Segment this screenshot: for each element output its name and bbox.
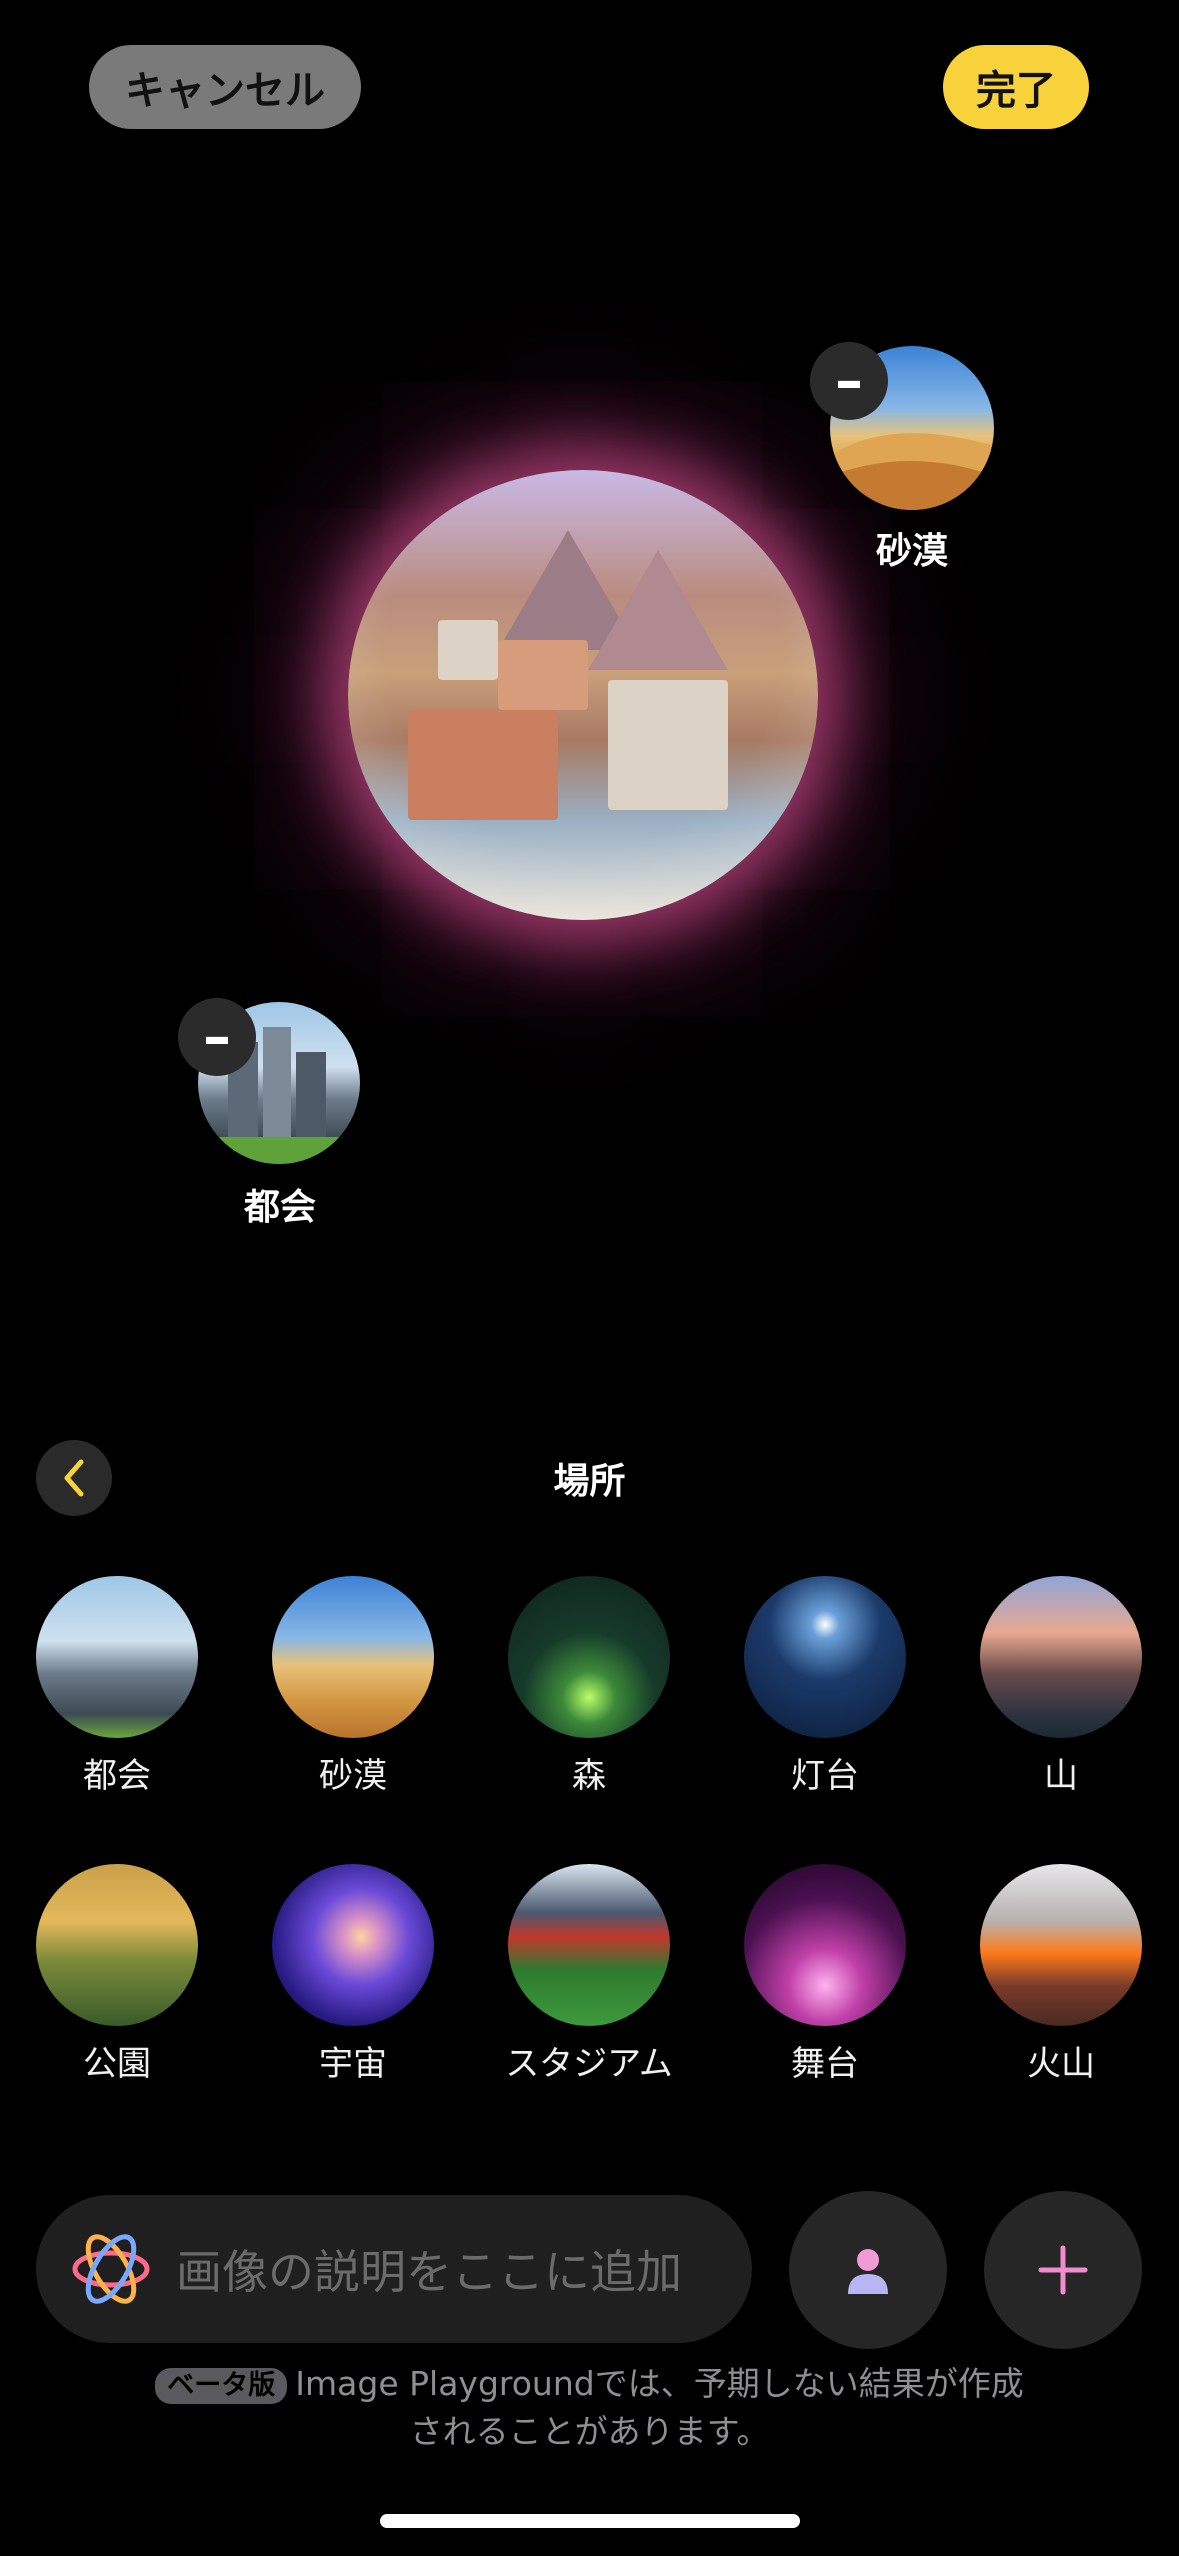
concept-item-city[interactable]: 都会	[32, 1576, 202, 1797]
home-indicator[interactable]	[380, 2514, 800, 2528]
concept-label: 砂漠	[319, 1756, 387, 1796]
desert-thumbnail-icon	[272, 1576, 434, 1738]
prompt-placeholder: 画像の説明をここに追加	[176, 2245, 682, 2299]
concept-item-desert[interactable]: 砂漠	[268, 1576, 438, 1797]
add-concept-button[interactable]	[984, 2191, 1142, 2349]
concept-label: 山	[1044, 1756, 1078, 1796]
selected-concept-label: 砂漠	[875, 531, 948, 572]
generated-image-preview[interactable]	[348, 470, 818, 920]
preview-building-shape	[498, 640, 588, 710]
remove-concept-button[interactable]: –	[810, 342, 888, 420]
selected-concept-label: 都会	[243, 1187, 316, 1228]
preview-building-shape	[608, 680, 728, 810]
image-playground-logo-icon	[72, 2234, 150, 2304]
concept-label: 火山	[1027, 2044, 1095, 2084]
stadium-thumbnail-icon	[508, 1864, 670, 2026]
plus-icon	[1038, 2245, 1088, 2295]
concept-label: スタジアム	[505, 2044, 673, 2084]
disclaimer-line-1: Image Playgroundでは、予期しない結果が作成	[295, 2364, 1024, 2403]
concept-label: 舞台	[791, 2044, 859, 2084]
concept-item-space[interactable]: 宇宙	[268, 1864, 438, 2085]
concept-label: 公園	[83, 2044, 151, 2084]
space-thumbnail-icon	[272, 1864, 434, 2026]
concept-item-forest[interactable]: 森	[504, 1576, 674, 1797]
beta-badge: ベータ版	[155, 2367, 288, 2404]
remove-concept-button[interactable]: –	[178, 998, 256, 1076]
cancel-button[interactable]: キャンセル	[89, 45, 361, 129]
concept-item-volcano[interactable]: 火山	[976, 1864, 1146, 2085]
concept-item-mountain[interactable]: 山	[976, 1576, 1146, 1797]
park-thumbnail-icon	[36, 1864, 198, 2026]
stage-thumbnail-icon	[744, 1864, 906, 2026]
disclaimer-line-2: されることがあります。	[409, 2412, 770, 2451]
concept-item-stage[interactable]: 舞台	[740, 1864, 910, 2085]
prompt-input[interactable]: 画像の説明をここに追加	[36, 2195, 752, 2343]
preview-mountain-shape	[588, 550, 728, 670]
category-title: 場所	[553, 1461, 626, 1502]
mountain-thumbnail-icon	[980, 1576, 1142, 1738]
lighthouse-thumbnail-icon	[744, 1576, 906, 1738]
preview-building-shape	[408, 710, 558, 820]
forest-thumbnail-icon	[508, 1576, 670, 1738]
preview-building-shape	[438, 620, 498, 680]
concept-label: 都会	[83, 1756, 151, 1796]
concept-label: 宇宙	[319, 2044, 387, 2084]
city-thumbnail-icon	[36, 1576, 198, 1738]
concept-item-stadium[interactable]: スタジアム	[504, 1864, 674, 2085]
person-icon	[848, 2249, 888, 2294]
concept-item-park[interactable]: 公園	[32, 1864, 202, 2085]
add-person-button[interactable]	[789, 2191, 947, 2349]
beta-disclaimer: ベータ版 Image Playgroundでは、予期しない結果が作成 されることが…	[0, 2360, 1179, 2456]
concept-label: 灯台	[791, 1756, 859, 1796]
done-button[interactable]: 完了	[943, 45, 1089, 129]
concept-item-lighthouse[interactable]: 灯台	[740, 1576, 910, 1797]
volcano-thumbnail-icon	[980, 1864, 1142, 2026]
concept-label: 森	[572, 1756, 606, 1796]
